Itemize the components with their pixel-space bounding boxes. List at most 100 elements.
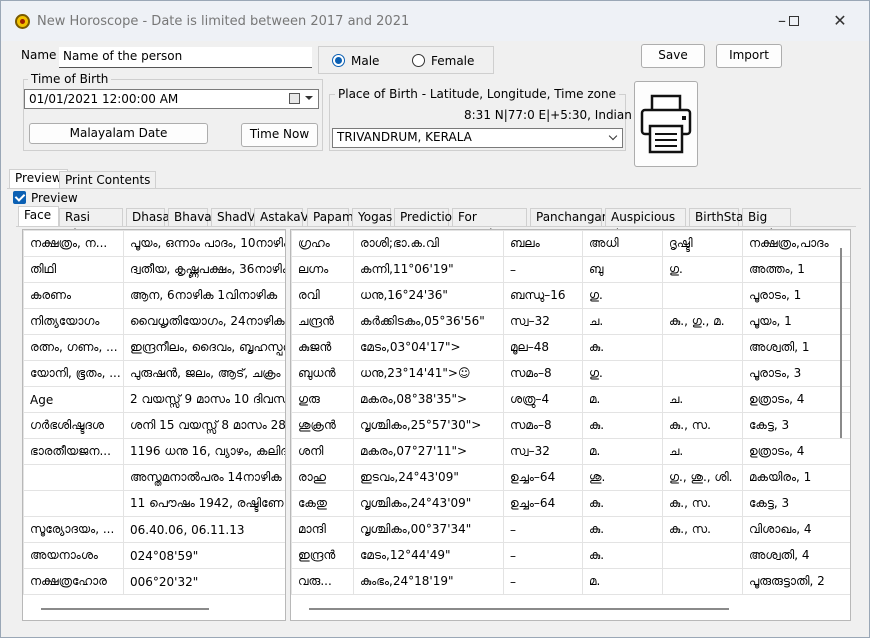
tab-for-astrologer[interactable]: For Astrologer bbox=[452, 208, 527, 241]
print-button[interactable] bbox=[634, 81, 698, 167]
close-icon[interactable]: ✕ bbox=[825, 11, 855, 33]
tab-panchangam[interactable]: Panchangam bbox=[530, 208, 613, 226]
table-row[interactable]: ഇന്ദ്രൻ മേടം,12°44'49" – കു. അശ്വതി, 4 bbox=[291, 542, 850, 569]
preview-checkbox[interactable] bbox=[13, 191, 26, 204]
chevron-down-icon[interactable] bbox=[305, 96, 313, 100]
malayalam-date-button[interactable]: Malayalam Date bbox=[29, 123, 208, 144]
property-value-cell: 1196 ധനു 16, വ്യാഴം, കലിദിനം bbox=[123, 438, 285, 465]
table-row[interactable]: നക്ഷത്രം, ന... പൂയം, ഒന്നാം പാദം, 10നാഴിക bbox=[23, 230, 285, 257]
tab-shadv[interactable]: ShadV bbox=[211, 208, 255, 226]
table-row[interactable]: ശുക്രൻ വൃശ്ചികം,25°57'30"> സമം–8 കു. കു., സ.… bbox=[291, 412, 850, 439]
table-row[interactable]: ബുധൻ ധനു,23°14'41">☺ സമം–8 ഗു. പൂരാടം, 3 bbox=[291, 360, 850, 387]
table-cell: കു. bbox=[582, 334, 663, 361]
import-button[interactable]: Import bbox=[716, 44, 782, 68]
birth-datetime-picker[interactable]: 01/01/2021 12:00:00 AM bbox=[24, 89, 319, 109]
property-value-cell: വൈധൃതിയോഗം, 24നാഴിക bbox=[123, 308, 285, 335]
table-cell: കുംഭം,24°18'19" bbox=[353, 568, 504, 595]
table-row[interactable]: യോനി, ഭൂതം, ... പുരുഷൻ, ജലം, ആട്, ചക്രം bbox=[23, 360, 285, 387]
table-row[interactable]: അയനാംശം 024°08'59" bbox=[23, 542, 285, 569]
table-cell bbox=[662, 542, 743, 569]
table-cell bbox=[662, 568, 743, 595]
tab-dhasa[interactable]: Dhasa bbox=[126, 208, 170, 226]
column-header[interactable]: അധി bbox=[582, 230, 663, 257]
table-row[interactable]: കുജൻ മേടം,03°04'17"> മൂല–48 കു. അശ്വതി, 1 bbox=[291, 334, 850, 361]
tab-auspicious-time[interactable]: Auspicious time bbox=[605, 208, 686, 241]
place-of-birth-label: Place of Birth - Latitude, Longitude, Ti… bbox=[335, 87, 620, 101]
time-now-button[interactable]: Time Now bbox=[241, 123, 318, 147]
table-row[interactable]: ശനി മകരം,07°27'11"> സ്വ–32 മ. ച. ഉത്രാടം, 4 bbox=[291, 438, 850, 465]
title-bar: New Horoscope - Date is limited between … bbox=[1, 1, 869, 41]
table-row[interactable]: Age 2 വയസ്സ് 9 മാസം 10 ദിവസം bbox=[23, 386, 285, 413]
maximize-icon[interactable] bbox=[779, 11, 809, 33]
table-row[interactable]: 11 പൌഷം 1942, രഷ്ടിണേ bbox=[23, 490, 285, 517]
table-row[interactable]: രത്നം, ഗണം, ... ഇന്ദ്രനീലം, ദൈവം, ബൃഹസ്പത… bbox=[23, 334, 285, 361]
place-select[interactable]: TRIVANDRUM, KERALA bbox=[332, 128, 623, 148]
table-cell bbox=[662, 282, 743, 309]
chevron-down-icon[interactable] bbox=[608, 131, 618, 141]
table-row[interactable]: നക്ഷത്രഹോര 006°20'32" bbox=[23, 568, 285, 595]
table-row[interactable]: ഗുരു മകരം,08°38'35"> ശത്രു–4 മ. ച. ഉത്രാടം, 4 bbox=[291, 386, 850, 413]
table-cell: രാഹു bbox=[291, 464, 354, 491]
table-row[interactable]: മാന്ദി വൃശ്ചികം,00°37'34" – കു. കു., സ. വിശാഖ… bbox=[291, 516, 850, 543]
tab-birthstar[interactable]: BirthStar bbox=[689, 208, 748, 226]
table-row[interactable]: വരു... കുംഭം,24°18'19" – മ. പൂരുരുട്ടാതി, 2 bbox=[291, 568, 850, 595]
table-cell: ച. bbox=[582, 308, 663, 335]
column-header[interactable]: ബലം bbox=[503, 230, 583, 257]
table-row[interactable]: കരണം ആന, 6നാഴിക 1വിനാഴിക bbox=[23, 282, 285, 309]
table-cell: ഉത്രാടം, 4 bbox=[742, 438, 850, 465]
preview-checkbox-label: Preview bbox=[31, 191, 78, 205]
table-cell: ധനു,16°24'36" bbox=[353, 282, 504, 309]
table-row[interactable]: ഗർഭശിഷ്ടദശശനി 15 വയസ്സ് 8 മാസം 28 ദിവസം bbox=[23, 412, 285, 439]
column-header[interactable]: ഗ്രഹം bbox=[291, 230, 354, 257]
column-header[interactable]: ദൃഷ്ടി bbox=[662, 230, 743, 257]
table-cell bbox=[662, 334, 743, 361]
table-row[interactable]: രാഹു ഇടവം,24°43'09" ഉച്ചം–64 ശു. ഗു., ശു., ശ… bbox=[291, 464, 850, 491]
tab-bhava[interactable]: Bhava bbox=[168, 208, 212, 226]
table-cell: കേതു bbox=[291, 490, 354, 517]
tab-yogas[interactable]: Yogas bbox=[352, 208, 392, 226]
horizontal-scrollbar[interactable] bbox=[41, 608, 209, 610]
table-row[interactable]: ചന്ദ്രൻ കർക്കിടകം,05°36'56" സ്വ–32 ച. കു., ഗ… bbox=[291, 308, 850, 335]
table-row[interactable]: രവി ധനു,16°24'36" ബന്ധു–16 ഗു. പൂരാടം, 1 bbox=[291, 282, 850, 309]
table-cell: ഗു. bbox=[582, 360, 663, 387]
tab-big-rasi[interactable]: Big Rasi bbox=[742, 208, 791, 241]
save-button[interactable]: Save bbox=[641, 44, 705, 68]
male-radio[interactable] bbox=[332, 54, 345, 67]
table-row[interactable]: തിഥി ദ്വതീയ, കൃഷ്ണപക്ഷം, 36നാഴിക bbox=[23, 256, 285, 283]
table-row[interactable]: ലഗ്നം കന്നി,11°06'19" – ബു ഗു. അത്തം, 1 bbox=[291, 256, 850, 283]
table-row[interactable]: കേതു വൃശ്ചികം,24°43'09" ഉച്ചം–64 കു. കു., സ.… bbox=[291, 490, 850, 517]
tab-papam[interactable]: Papam bbox=[307, 208, 354, 226]
table-cell: കു., സ. bbox=[662, 412, 743, 439]
column-header[interactable]: നക്ഷത്രം,പാദം bbox=[742, 230, 850, 257]
table-cell bbox=[662, 360, 743, 387]
table-cell: അത്തം, 1 bbox=[742, 256, 850, 283]
table-row[interactable]: അസ്തമനാൽപരം 14നാഴിക bbox=[23, 464, 285, 491]
table-cell: മകരം,08°38'35"> bbox=[353, 386, 504, 413]
tab-face[interactable]: Face bbox=[18, 206, 59, 226]
table-cell: കന്നി,11°06'19" bbox=[353, 256, 504, 283]
calendar-icon[interactable] bbox=[289, 93, 300, 104]
column-header[interactable]: രാശി;ഭാ.ക.വി bbox=[353, 230, 504, 257]
tab-print-contents[interactable]: Print Contents bbox=[59, 171, 157, 189]
app-icon bbox=[15, 14, 30, 29]
tab-astakav[interactable]: AstakaV bbox=[254, 208, 309, 226]
name-input[interactable]: Name of the person bbox=[59, 47, 312, 68]
table-cell: ഗു. bbox=[582, 282, 663, 309]
property-value-cell: അസ്തമനാൽപരം 14നാഴിക bbox=[123, 464, 285, 491]
table-cell: മാന്ദി bbox=[291, 516, 354, 543]
female-radio[interactable] bbox=[412, 54, 425, 67]
horizontal-scrollbar[interactable] bbox=[309, 608, 729, 610]
table-cell: പൂരാടം, 1 bbox=[742, 282, 850, 309]
table-cell: ഉച്ചം–64 bbox=[503, 490, 583, 517]
property-name-cell bbox=[23, 490, 124, 517]
tab-prediction[interactable]: Prediction bbox=[394, 208, 460, 226]
table-cell: ഉത്രാടം, 4 bbox=[742, 386, 850, 413]
table-row[interactable]: നിത്യയോഗം വൈധൃതിയോഗം, 24നാഴിക bbox=[23, 308, 285, 335]
tab-rasi-charts[interactable]: Rasi Charts bbox=[59, 208, 123, 241]
table-cell: ഗു. bbox=[662, 256, 743, 283]
table-row[interactable]: ഭാരതീയജന...1196 ധനു 16, വ്യാഴം, കലിദിനം bbox=[23, 438, 285, 465]
table-row[interactable]: സൂര്യോദയം, ... 06.40.06, 06.11.13 bbox=[23, 516, 285, 543]
vertical-scrollbar[interactable] bbox=[840, 248, 842, 438]
property-name-cell: Age bbox=[23, 386, 124, 413]
property-name-cell: അയനാംശം bbox=[23, 542, 124, 569]
